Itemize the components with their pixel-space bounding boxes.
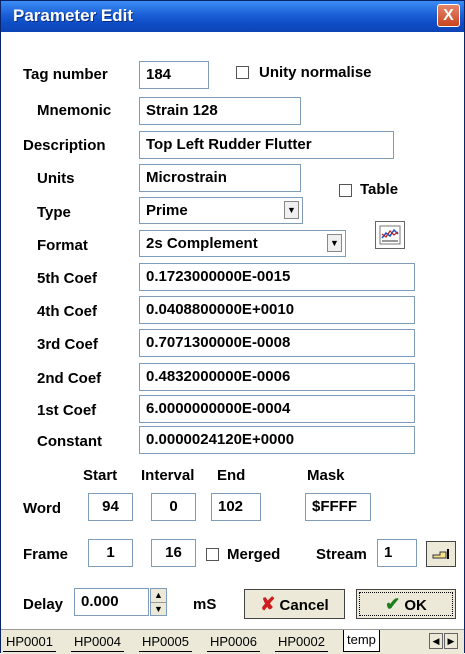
chart-button[interactable] bbox=[375, 221, 405, 249]
coef1-input[interactable]: 6.0000000000E-0004 bbox=[139, 395, 415, 423]
mask-input[interactable]: $FFFF bbox=[305, 493, 371, 521]
tab-hp0002[interactable]: HP0002 bbox=[275, 632, 328, 652]
constant-input[interactable]: 0.0000024120E+0000 bbox=[139, 426, 415, 454]
word-interval-input[interactable]: 0 bbox=[151, 493, 196, 521]
coef2-label: 2nd Coef bbox=[37, 370, 102, 387]
coef1-label: 1st Coef bbox=[37, 402, 97, 419]
coef2-input[interactable]: 0.4832000000E-0006 bbox=[139, 363, 415, 391]
stream-select-button[interactable] bbox=[426, 541, 456, 567]
word-label: Word bbox=[23, 500, 62, 517]
cancel-icon: ✘ bbox=[260, 594, 276, 614]
format-value: 2s Complement bbox=[146, 235, 258, 252]
format-select[interactable]: 2s Complement ▼ bbox=[139, 230, 346, 257]
check-icon: ✔ bbox=[385, 594, 401, 614]
chart-icon bbox=[379, 225, 401, 245]
coef4-label: 4th Coef bbox=[37, 303, 97, 320]
tab-temp[interactable]: temp bbox=[343, 630, 380, 652]
scroll-right-icon[interactable]: ▶ bbox=[444, 633, 458, 649]
parameter-edit-window: Parameter Edit X Tag number 184 Unity no… bbox=[0, 0, 465, 654]
format-label: Format bbox=[37, 237, 88, 254]
end-header: End bbox=[217, 467, 246, 484]
delay-unit: mS bbox=[193, 596, 217, 613]
interval-header: Interval bbox=[141, 467, 195, 484]
type-label: Type bbox=[37, 204, 71, 221]
close-button[interactable]: X bbox=[437, 4, 460, 27]
delay-label: Delay bbox=[23, 596, 64, 613]
coef5-input[interactable]: 0.1723000000E-0015 bbox=[139, 263, 415, 291]
description-label: Description bbox=[23, 137, 106, 154]
unity-normalise-checkbox[interactable] bbox=[236, 66, 249, 79]
table-checkbox[interactable] bbox=[339, 184, 352, 197]
coef3-label: 3rd Coef bbox=[37, 336, 98, 353]
dropdown-arrow-icon[interactable]: ▼ bbox=[327, 234, 342, 252]
tab-hp0005[interactable]: HP0005 bbox=[139, 632, 192, 652]
window-title: Parameter Edit bbox=[13, 6, 133, 25]
mnemonic-label: Mnemonic bbox=[37, 102, 112, 119]
word-start-input[interactable]: 94 bbox=[88, 493, 133, 521]
units-input[interactable]: Microstrain bbox=[139, 164, 301, 192]
word-end-input[interactable]: 102 bbox=[211, 493, 261, 521]
start-header: Start bbox=[83, 467, 118, 484]
type-select[interactable]: Prime ▼ bbox=[139, 197, 303, 224]
sheet-tabs: HP0001 HP0004 HP0005 HP0006 HP0002 temp … bbox=[1, 629, 464, 654]
type-value: Prime bbox=[146, 202, 188, 219]
unity-normalise-label: Unity normalise bbox=[259, 64, 372, 81]
coef3-input[interactable]: 0.7071300000E-0008 bbox=[139, 329, 415, 357]
stream-input[interactable]: 1 bbox=[377, 539, 417, 567]
spin-up-icon[interactable]: ▲ bbox=[151, 589, 166, 603]
ok-button-label: OK bbox=[404, 597, 427, 614]
delay-spinner[interactable]: ▲ ▼ bbox=[150, 588, 167, 616]
table-label: Table bbox=[360, 181, 399, 198]
scroll-left-icon[interactable]: ◀ bbox=[429, 633, 443, 649]
frame-start-input[interactable]: 1 bbox=[88, 539, 133, 567]
title-bar: Parameter Edit X bbox=[1, 1, 464, 32]
cancel-button[interactable]: ✘ Cancel bbox=[244, 589, 345, 619]
ok-button[interactable]: ✔ OK bbox=[356, 589, 456, 619]
dropdown-arrow-icon[interactable]: ▼ bbox=[284, 201, 299, 219]
merged-checkbox[interactable] bbox=[206, 548, 219, 561]
constant-label: Constant bbox=[37, 433, 102, 450]
tab-hp0006[interactable]: HP0006 bbox=[207, 632, 260, 652]
tag-number-label: Tag number bbox=[23, 66, 108, 83]
cancel-button-label: Cancel bbox=[279, 597, 329, 614]
tab-hp0004[interactable]: HP0004 bbox=[71, 632, 124, 652]
mask-header: Mask bbox=[307, 467, 345, 484]
pointer-icon bbox=[432, 549, 449, 559]
frame-interval-input[interactable]: 16 bbox=[151, 539, 196, 567]
tab-hp0001[interactable]: HP0001 bbox=[3, 632, 56, 652]
close-icon: X bbox=[443, 7, 454, 24]
tag-number-input[interactable]: 184 bbox=[139, 61, 209, 89]
frame-label: Frame bbox=[23, 546, 69, 563]
merged-label: Merged bbox=[227, 546, 281, 563]
stream-label: Stream bbox=[316, 546, 367, 563]
mnemonic-input[interactable]: Strain 128 bbox=[139, 97, 301, 125]
description-input[interactable]: Top Left Rudder Flutter bbox=[139, 131, 394, 159]
delay-input[interactable]: 0.000 bbox=[74, 588, 149, 616]
spin-down-icon[interactable]: ▼ bbox=[151, 603, 166, 616]
coef4-input[interactable]: 0.0408800000E+0010 bbox=[139, 296, 415, 324]
units-label: Units bbox=[37, 170, 75, 187]
coef5-label: 5th Coef bbox=[37, 270, 97, 287]
